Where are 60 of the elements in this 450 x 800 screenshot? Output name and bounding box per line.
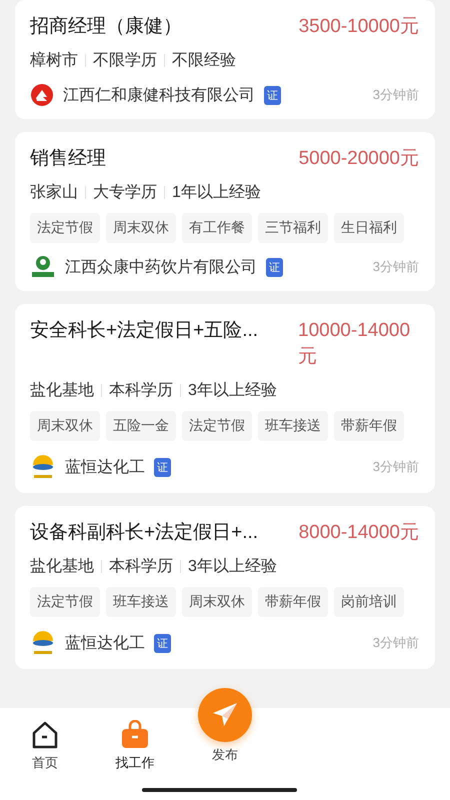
benefit-tag: 周末双休	[30, 411, 100, 441]
benefit-tag: 生日福利	[334, 213, 404, 243]
benefit-tag: 带薪年假	[334, 411, 404, 441]
verified-badge: 证	[264, 86, 281, 104]
benefit-tag: 带薪年假	[258, 587, 328, 617]
job-requirement: 张家山	[30, 182, 78, 203]
verified-badge: 证	[266, 258, 283, 276]
benefit-tag: 岗前培训	[334, 587, 404, 617]
post-time: 3分钟前	[372, 86, 419, 104]
company-name: 江西仁和康健科技有限公司	[63, 86, 255, 106]
job-title: 销售经理	[30, 147, 106, 171]
benefit-tag: 周末双休	[182, 587, 252, 617]
job-requirement: 大专学历	[93, 182, 157, 203]
nav-tab[interactable]: 首页	[0, 708, 90, 780]
job-card[interactable]: 安全科长+法定假日+五险... 10000-14000元 盐化基地 本科学历 3年以上经验 周末双休 五险一金 法定节假 班车接送 带薪年假 蓝恒达化工 证 3分钟前	[15, 304, 435, 493]
job-card[interactable]: 招商经理（康健） 3500-10000元 樟树市 不限学历 不限经验 江西仁和康健科技有限公司 证 3分钟前	[15, 0, 435, 119]
job-requirement: 盐化基地	[30, 380, 94, 401]
benefit-tag: 法定节假	[30, 587, 100, 617]
logo-icon	[30, 629, 56, 657]
salary: 8000-14000元	[298, 521, 419, 545]
job-requirement: 盐化基地	[30, 556, 94, 577]
job-requirement: 本科学历	[109, 556, 173, 577]
job-requirement: 本科学历	[109, 380, 173, 401]
job-requirement: 3年以上经验	[188, 556, 277, 577]
home-icon	[30, 720, 60, 750]
benefit-tag: 周末双休	[106, 213, 176, 243]
benefit-tag: 班车接送	[106, 587, 176, 617]
salary: 3500-10000元	[298, 15, 419, 39]
job-requirement: 樟树市	[30, 50, 78, 71]
verified-badge: 证	[154, 634, 171, 652]
benefit-tag: 五险一金	[106, 411, 176, 441]
post-time: 3分钟前	[372, 458, 419, 476]
job-card[interactable]: 销售经理 5000-20000元 张家山 大专学历 1年以上经验 法定节假 周末双休 有工作餐 三节福利 生日福利 江西众康中药饮片有限公司 证 3分钟前	[15, 132, 435, 291]
benefit-tag: 法定节假	[30, 213, 100, 243]
job-requirement: 不限学历	[93, 51, 157, 71]
job-title: 设备科副科长+法定假日+...	[30, 521, 258, 545]
briefcase-icon	[120, 720, 150, 750]
job-title: 安全科长+法定假日+五险...	[30, 319, 258, 343]
job-requirement: 1年以上经验	[172, 182, 261, 203]
nav-tab[interactable]: 找工作	[90, 708, 180, 780]
logo-icon	[30, 83, 54, 107]
benefit-tag: 三节福利	[258, 213, 328, 243]
benefit-tag: 法定节假	[182, 411, 252, 441]
logo-icon	[30, 453, 56, 481]
job-title: 招商经理（康健）	[30, 15, 182, 39]
job-card[interactable]: 设备科副科长+法定假日+... 8000-14000元 盐化基地 本科学历 3年以上经验 法定节假 班车接送 周末双休 带薪年假 岗前培训 蓝恒达化工 证 3分钟前	[15, 506, 435, 669]
post-time: 3分钟前	[372, 634, 419, 652]
salary: 10000-14000元	[298, 319, 412, 369]
company-name: 蓝恒达化工	[65, 458, 145, 478]
post-time: 3分钟前	[372, 258, 419, 276]
verified-badge: 证	[154, 458, 171, 476]
logo-icon	[30, 255, 56, 279]
company-name: 江西众康中药饮片有限公司	[65, 258, 257, 278]
salary: 5000-20000元	[298, 147, 419, 171]
job-requirement: 3年以上经验	[188, 380, 277, 401]
benefit-tag: 班车接送	[258, 411, 328, 441]
benefit-tag: 有工作餐	[182, 213, 252, 243]
job-requirement: 不限经验	[172, 51, 236, 71]
nav-tab[interactable]: 发布	[180, 688, 270, 780]
company-name: 蓝恒达化工	[65, 634, 145, 654]
